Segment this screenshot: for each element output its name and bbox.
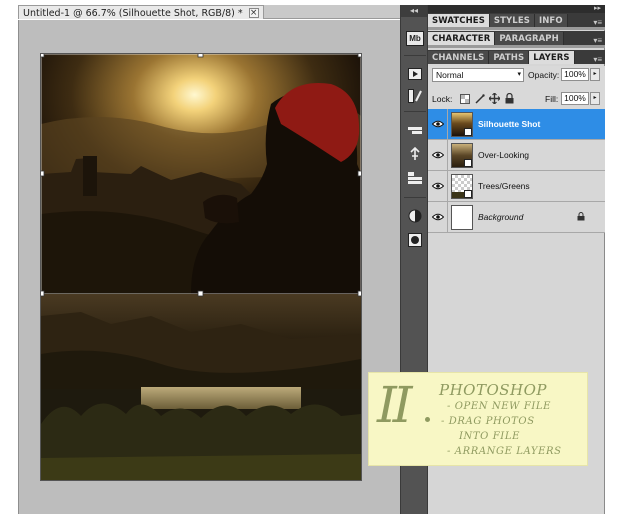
- smart-object-icon: [464, 190, 472, 198]
- smart-object-icon: [464, 128, 472, 136]
- note-line: - ARRANGE LAYERS: [447, 446, 562, 457]
- layer-thumbnail: [451, 205, 473, 230]
- document-canvas[interactable]: [41, 54, 361, 480]
- history-icon[interactable]: [405, 169, 425, 187]
- lock-icon: [577, 212, 585, 221]
- play-icon[interactable]: [405, 65, 425, 83]
- smart-object-icon: [464, 159, 472, 167]
- strip-divider: [404, 111, 426, 112]
- eye-icon[interactable]: [431, 118, 445, 130]
- layer-name[interactable]: Trees/Greens: [478, 181, 530, 191]
- opacity-label: Opacity:: [528, 70, 560, 80]
- tab-layers[interactable]: LAYERS: [529, 51, 575, 64]
- panel-divider: [428, 45, 605, 48]
- dock-header: ▸▸: [428, 5, 605, 13]
- blend-mode-value: Normal: [436, 70, 464, 80]
- mini-bridge-icon[interactable]: Mb: [405, 29, 425, 47]
- strip-divider: [404, 55, 426, 56]
- strip-divider: [404, 197, 426, 198]
- panel-group-swatches: SWATCHES STYLES INFO ▾≡: [428, 13, 605, 27]
- tab-styles[interactable]: STYLES: [489, 14, 535, 27]
- fill-input[interactable]: 100%: [561, 92, 589, 105]
- panel-menu-icon[interactable]: ▾≡: [593, 18, 602, 27]
- hand: [203, 194, 239, 224]
- tab-character[interactable]: CHARACTER: [428, 32, 496, 45]
- layer-row-over-looking[interactable]: Over-Looking: [428, 140, 605, 171]
- clone-source-icon[interactable]: [405, 145, 425, 163]
- lock-position-icon[interactable]: [489, 93, 500, 104]
- document-tab[interactable]: Untitled-1 @ 66.7% (Silhouette Shot, RGB…: [18, 5, 264, 19]
- opacity-slider-arrow[interactable]: ▸: [590, 68, 600, 81]
- eye-icon[interactable]: [431, 180, 445, 192]
- panel-divider: [428, 27, 605, 30]
- canvas-area[interactable]: [18, 20, 400, 514]
- document-tab-title: Untitled-1 @ 66.7% (Silhouette Shot, RGB…: [23, 7, 243, 19]
- panel-menu-icon[interactable]: ▾≡: [593, 36, 602, 45]
- canvas-artwork: [41, 54, 361, 480]
- layers-list: Silhouette Shot Over-Looking Trees/Green…: [428, 109, 605, 233]
- tab-paragraph[interactable]: PARAGRAPH: [495, 32, 564, 45]
- tab-paths[interactable]: PATHS: [489, 51, 530, 64]
- grass-strip: [41, 454, 361, 480]
- expand-dock-button[interactable]: ▸▸: [594, 5, 601, 13]
- lock-label: Lock:: [432, 94, 453, 104]
- note-line: INTO FILE: [459, 431, 520, 442]
- note-line: - OPEN NEW FILE: [447, 401, 552, 412]
- lock-pixels-icon[interactable]: [474, 93, 485, 104]
- layer-name[interactable]: Silhouette Shot: [478, 119, 540, 129]
- blend-mode-select[interactable]: Normal ▾: [432, 68, 524, 82]
- numeral-dot: [425, 417, 430, 422]
- eye-icon[interactable]: [431, 149, 445, 161]
- panel-menu-icon[interactable]: ▾≡: [593, 55, 602, 64]
- panel-group-character: CHARACTER PARAGRAPH ▾≡: [428, 31, 605, 45]
- layer-row-silhouette-shot[interactable]: Silhouette Shot: [428, 109, 605, 140]
- panel-group-layers: CHANNELS PATHS LAYERS ▾≡: [428, 50, 605, 64]
- tower: [83, 156, 97, 196]
- layer-thumbnail: [451, 112, 473, 137]
- tab-info[interactable]: INFO: [534, 14, 568, 27]
- instruction-note: II PHOTOSHOP - OPEN NEW FILE - DRAG PHOT…: [369, 373, 587, 465]
- lock-all-icon[interactable]: [504, 93, 515, 104]
- trees-sky: [141, 387, 301, 409]
- eye-icon[interactable]: [431, 211, 445, 223]
- tab-swatches[interactable]: SWATCHES: [428, 14, 490, 27]
- layer-thumbnail: [451, 143, 473, 168]
- note-title: PHOTOSHOP: [439, 381, 548, 399]
- opacity-input[interactable]: 100%: [561, 68, 589, 81]
- layer-thumbnail: [451, 174, 473, 199]
- note-line: - DRAG PHOTOS: [441, 416, 535, 427]
- tab-channels[interactable]: CHANNELS: [428, 51, 490, 64]
- fill-slider-arrow[interactable]: ▸: [590, 92, 600, 105]
- adjustments-icon[interactable]: [405, 207, 425, 225]
- collapse-strip-button[interactable]: ◂◂: [401, 5, 427, 17]
- chevron-down-icon: ▾: [517, 71, 521, 78]
- tool-presets-icon[interactable]: [405, 121, 425, 139]
- layer-name[interactable]: Over-Looking: [478, 150, 529, 160]
- step-numeral: II: [377, 376, 412, 434]
- masks-icon[interactable]: [405, 231, 425, 249]
- layer-row-background[interactable]: Background: [428, 202, 605, 233]
- layer-row-trees-greens[interactable]: Trees/Greens: [428, 171, 605, 202]
- document-tab-bar: Untitled-1 @ 66.7% (Silhouette Shot, RGB…: [18, 5, 400, 19]
- close-icon[interactable]: ×: [248, 8, 259, 18]
- brush-preset-icon[interactable]: [405, 87, 425, 105]
- fill-label: Fill:: [545, 94, 559, 104]
- layer-name[interactable]: Background: [478, 212, 523, 222]
- lock-transparency-icon[interactable]: [459, 93, 470, 104]
